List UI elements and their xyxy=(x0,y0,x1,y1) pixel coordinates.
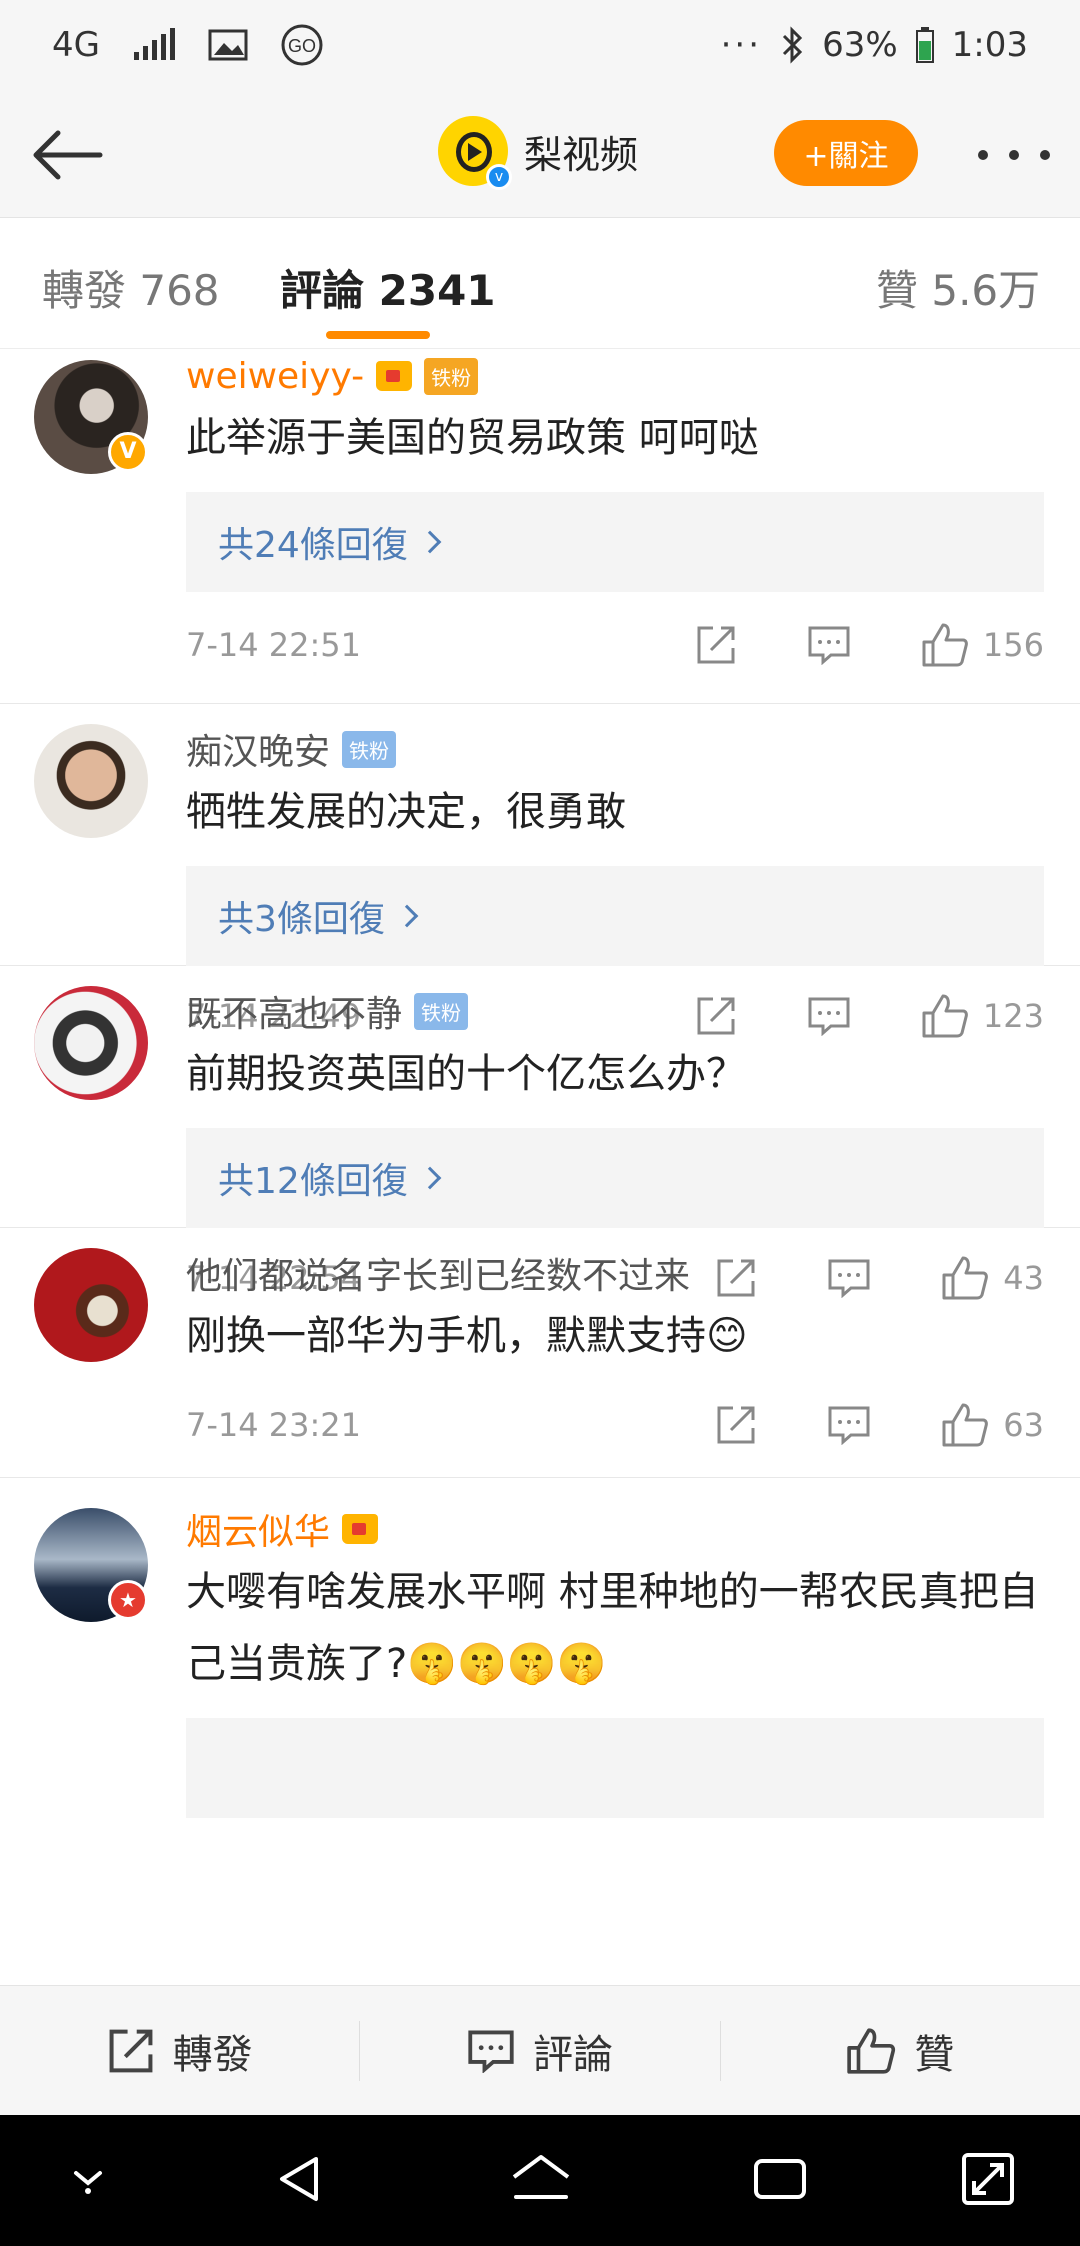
comment-text: 牺牲发展的决定，很勇敢 xyxy=(186,789,626,835)
crown-icon xyxy=(342,1514,379,1544)
hide-nav-button[interactable] xyxy=(62,2151,114,2207)
network-indicator: 4G xyxy=(52,25,100,65)
comment-icon xyxy=(828,1406,870,1445)
comment-icon xyxy=(468,2030,514,2073)
follow-button[interactable]: +關注 xyxy=(774,120,918,186)
comment-text: 此举源于美国的贸易政策 呵呵哒 xyxy=(186,415,759,461)
comment-button[interactable]: 評論 xyxy=(359,2020,719,2081)
active-tab-indicator xyxy=(326,331,430,339)
battery-percent: 63% xyxy=(822,25,898,65)
view-replies-button[interactable]: 共3條回復 xyxy=(186,866,1044,966)
like-label: 贊 xyxy=(914,2031,955,2078)
recents-icon xyxy=(754,2159,806,2199)
bottom-action-bar: 轉發 評論 贊 xyxy=(0,1985,1080,2115)
account-header[interactable]: v 梨视频 xyxy=(438,116,639,190)
share-button[interactable] xyxy=(715,1404,757,1446)
nav-recents-button[interactable] xyxy=(752,2151,808,2207)
gallery-icon xyxy=(208,29,248,61)
star-badge-icon: ★ xyxy=(108,1580,148,1620)
comment-label: 評論 xyxy=(532,2031,613,2078)
repost-label: 轉發 xyxy=(172,2031,253,2078)
thumbs-up-icon xyxy=(922,623,968,667)
comment-icon xyxy=(808,626,850,665)
replies-count: 共3條回復 xyxy=(218,899,385,940)
comment-item: 既不高也不静 铁粉 前期投资英国的十个亿怎么办？ 共12條回復 7-14 22:… xyxy=(0,966,1080,1300)
account-avatar: v xyxy=(438,116,512,190)
fan-badge: 铁粉 xyxy=(414,992,469,1030)
avatar[interactable] xyxy=(34,1248,148,1362)
tab-bar: 轉發 768 評論 2341 贊 5.6万 xyxy=(0,219,1080,349)
chevron-right-icon xyxy=(418,530,442,554)
view-replies-button[interactable] xyxy=(186,1718,1044,1818)
comment-item: ★ 烟云似华 大嘤有啥发展水平啊 村里种地的一帮农民真把自己当贵族了?🤫🤫🤫🤫 xyxy=(0,1478,1080,1818)
share-button[interactable] xyxy=(695,624,737,666)
share-icon xyxy=(109,2029,153,2072)
avatar[interactable] xyxy=(34,724,148,838)
comment-text: 大嘤有啥发展水平啊 村里种地的一帮农民真把自己当贵族了?🤫🤫🤫🤫 xyxy=(186,1569,1039,1687)
share-icon xyxy=(697,626,735,664)
thumbs-up-icon xyxy=(942,1403,989,1447)
signal-icon xyxy=(132,28,176,62)
nav-bar: v 梨视频 +關注 xyxy=(0,90,1080,218)
svg-text:GO: GO xyxy=(288,36,316,56)
reply-button[interactable] xyxy=(827,1405,871,1445)
username[interactable]: 他们都说名字长到已经数不过来 xyxy=(186,1247,690,1299)
username[interactable]: 烟云似华 xyxy=(186,1503,330,1555)
go-icon: GO xyxy=(280,23,324,67)
avatar[interactable] xyxy=(34,986,148,1100)
comment-time: 7-14 22:51 xyxy=(186,626,362,664)
system-nav-bar xyxy=(0,2115,1080,2246)
account-name: 梨视频 xyxy=(524,132,639,177)
username[interactable]: 既不高也不静 xyxy=(186,985,402,1037)
nav-home-button[interactable] xyxy=(510,2151,572,2207)
replies-count: 共12條回復 xyxy=(218,1161,408,1202)
chevron-down-icon xyxy=(74,2171,102,2194)
thumbs-up-icon xyxy=(847,2027,896,2074)
like-count: 156 xyxy=(982,626,1044,664)
verified-badge-icon: V xyxy=(108,432,148,472)
username[interactable]: weiweiyy- xyxy=(186,356,364,397)
comment-text: 前期投资英国的十个亿怎么办？ xyxy=(186,1051,746,1097)
clock: 1:03 xyxy=(951,25,1028,65)
tab-comments[interactable]: 評論 2341 xyxy=(280,257,496,318)
comment-time: 7-14 23:21 xyxy=(186,1406,362,1444)
chevron-right-icon xyxy=(418,1166,442,1190)
repost-button[interactable]: 轉發 xyxy=(0,2021,359,2081)
view-replies-button[interactable]: 共12條回復 xyxy=(186,1128,1044,1228)
verified-icon: v xyxy=(486,164,512,190)
status-bar: 4G GO ··· 63% 1:03 xyxy=(0,0,1080,90)
replies-count: 共24條回復 xyxy=(218,525,408,566)
like-button[interactable]: 63 xyxy=(941,1402,1044,1448)
like-button[interactable]: 156 xyxy=(921,622,1044,668)
view-replies-button[interactable]: 共24條回復 xyxy=(186,492,1044,592)
comment-item: 他们都说名字长到已经数不过来 刚换一部华为手机，默默支持😊 7-14 23:21… xyxy=(0,1228,1080,1478)
fan-badge: 铁粉 xyxy=(342,730,397,768)
bluetooth-icon xyxy=(780,26,804,64)
back-button[interactable] xyxy=(28,120,108,190)
more-options-button[interactable] xyxy=(978,130,1050,180)
comment-list[interactable]: V weiweiyy- 铁粉 此举源于美国的贸易政策 呵呵哒 共24條回復 7-… xyxy=(0,350,1080,1985)
comment-item: V weiweiyy- 铁粉 此举源于美国的贸易政策 呵呵哒 共24條回復 7-… xyxy=(0,350,1080,704)
comment-item: 痴汉晚安 铁粉 牺牲发展的决定，很勇敢 共3條回復 7-14 22:49 123 xyxy=(0,704,1080,1038)
tab-likes[interactable]: 贊 5.6万 xyxy=(876,257,1040,318)
nav-expand-button[interactable] xyxy=(960,2151,1016,2207)
crown-icon xyxy=(376,361,413,391)
username[interactable]: 痴汉晚安 xyxy=(186,723,330,775)
back-triangle-icon xyxy=(280,2157,318,2201)
battery-icon xyxy=(915,27,934,63)
fan-badge: 铁粉 xyxy=(424,357,479,395)
like-post-button[interactable]: 贊 xyxy=(719,2020,1080,2081)
nav-back-button[interactable] xyxy=(272,2151,328,2207)
reply-button[interactable] xyxy=(807,625,851,665)
expand-icon xyxy=(962,2153,1014,2205)
comment-text: 刚换一部华为手机，默默支持😊 xyxy=(186,1313,748,1359)
chevron-right-icon xyxy=(395,904,419,928)
more-status-icon: ··· xyxy=(720,25,763,65)
back-arrow-icon xyxy=(33,130,103,180)
share-icon xyxy=(717,1406,755,1444)
tab-reposts[interactable]: 轉發 768 xyxy=(42,257,220,318)
like-count: 63 xyxy=(1003,1406,1044,1444)
home-icon xyxy=(512,2155,570,2199)
